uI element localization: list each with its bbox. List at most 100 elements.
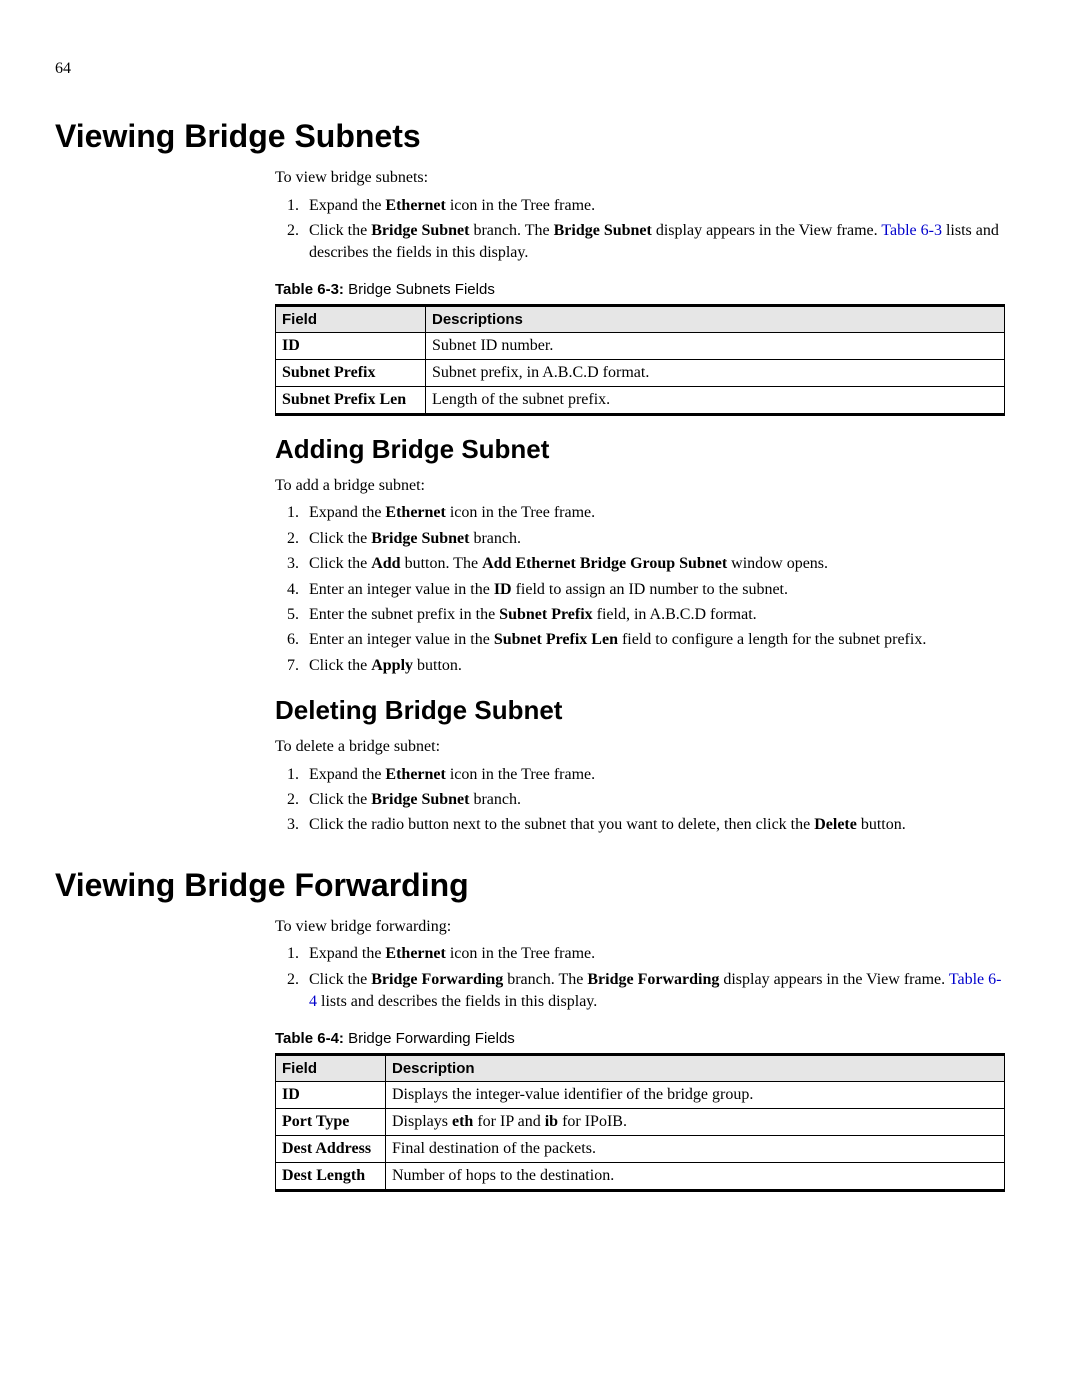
steps-viewing-forwarding: Expand the Ethernet icon in the Tree fra… — [275, 943, 1005, 1013]
text: Expand the — [309, 766, 385, 783]
step: Click the Bridge Subnet branch. The Brid… — [303, 220, 1005, 265]
table-header-row: Field Descriptions — [276, 305, 1005, 332]
heading-viewing-bridge-subnets: Viewing Bridge Subnets — [55, 118, 1025, 155]
text: icon in the Tree frame. — [446, 945, 595, 962]
step: Expand the Ethernet icon in the Tree fra… — [303, 764, 1005, 786]
text: icon in the Tree frame. — [446, 504, 595, 521]
caption-title: Bridge Forwarding Fields — [344, 1030, 515, 1047]
bold-text: Bridge Subnet — [371, 222, 469, 239]
text: for IP and — [473, 1113, 544, 1130]
cell-field: Dest Address — [276, 1135, 386, 1162]
table-bridge-subnets-fields: Field Descriptions IDSubnet ID number. S… — [275, 304, 1005, 416]
steps-adding-subnet: Expand the Ethernet icon in the Tree fra… — [275, 502, 1005, 677]
col-header-field: Field — [276, 305, 426, 332]
cell-desc: Subnet ID number. — [426, 332, 1005, 359]
text: field to configure a length for the subn… — [618, 631, 926, 648]
col-header-field: Field — [276, 1054, 386, 1081]
bold-text: Ethernet — [385, 504, 445, 521]
table-row: IDDisplays the integer-value identifier … — [276, 1081, 1005, 1108]
text: Enter the subnet prefix in the — [309, 606, 499, 623]
table-reference-link[interactable]: Table 6-3 — [881, 222, 942, 239]
intro-text: To view bridge forwarding: — [275, 916, 1005, 938]
bold-text: Ethernet — [385, 197, 445, 214]
heading-adding-bridge-subnet: Adding Bridge Subnet — [275, 434, 1005, 465]
cell-desc: Length of the subnet prefix. — [426, 386, 1005, 414]
bold-text: Bridge Forwarding — [587, 971, 719, 988]
step: Click the Bridge Subnet branch. — [303, 528, 1005, 550]
text: Final destination of the packets. — [392, 1140, 596, 1157]
bold-text: Apply — [371, 657, 413, 674]
text: Click the — [309, 791, 371, 808]
text: display appears in the View frame. — [652, 222, 882, 239]
cell-desc: Displays the integer-value identifier of… — [386, 1081, 1005, 1108]
text: Number of hops to the destination. — [392, 1167, 614, 1184]
step: Click the Bridge Forwarding branch. The … — [303, 969, 1005, 1014]
text: Expand the — [309, 504, 385, 521]
bold-text: eth — [452, 1113, 473, 1130]
text: display appears in the View frame. — [719, 971, 949, 988]
text: Expand the — [309, 197, 385, 214]
step: Enter an integer value in the ID field t… — [303, 579, 1005, 601]
text: Enter an integer value in the — [309, 581, 494, 598]
cell-field: Dest Length — [276, 1162, 386, 1190]
text: Click the radio button next to the subne… — [309, 816, 814, 833]
steps-viewing-subnets: Expand the Ethernet icon in the Tree fra… — [275, 195, 1005, 265]
cell-field: Subnet Prefix Len — [276, 386, 426, 414]
text: for IPoIB. — [558, 1113, 627, 1130]
bold-text: Bridge Subnet — [371, 791, 469, 808]
table-row: IDSubnet ID number. — [276, 332, 1005, 359]
text: Click the — [309, 555, 371, 572]
text: branch. The — [469, 222, 553, 239]
step: Expand the Ethernet icon in the Tree fra… — [303, 502, 1005, 524]
text: branch. — [469, 530, 521, 547]
step: Expand the Ethernet icon in the Tree fra… — [303, 195, 1005, 217]
text: button. — [413, 657, 462, 674]
intro-text: To add a bridge subnet: — [275, 475, 1005, 497]
section-viewing-bridge-subnets: To view bridge subnets: Expand the Ether… — [275, 167, 1005, 837]
text: button. — [857, 816, 906, 833]
col-header-description: Description — [386, 1054, 1005, 1081]
cell-field: ID — [276, 1081, 386, 1108]
text: Enter an integer value in the — [309, 631, 494, 648]
text: field to assign an ID number to the subn… — [512, 581, 788, 598]
cell-field: ID — [276, 332, 426, 359]
text: branch. — [469, 791, 521, 808]
step: Expand the Ethernet icon in the Tree fra… — [303, 943, 1005, 965]
text: field, in A.B.C.D format. — [593, 606, 757, 623]
caption-label: Table 6-4: — [275, 1030, 344, 1047]
col-header-descriptions: Descriptions — [426, 305, 1005, 332]
intro-text: To delete a bridge subnet: — [275, 736, 1005, 758]
section-viewing-bridge-forwarding: To view bridge forwarding: Expand the Et… — [275, 916, 1005, 1192]
step: Enter an integer value in the Subnet Pre… — [303, 629, 1005, 651]
steps-deleting-subnet: Expand the Ethernet icon in the Tree fra… — [275, 764, 1005, 837]
bold-text: Ethernet — [385, 945, 445, 962]
table-row: Subnet Prefix LenLength of the subnet pr… — [276, 386, 1005, 414]
table-row: Port TypeDisplays eth for IP and ib for … — [276, 1108, 1005, 1135]
cell-desc: Number of hops to the destination. — [386, 1162, 1005, 1190]
text: icon in the Tree frame. — [446, 197, 595, 214]
text: Expand the — [309, 945, 385, 962]
table-row: Dest Address Final destination of the pac… — [276, 1135, 1005, 1162]
bold-text: Add Ethernet Bridge Group Subnet — [482, 555, 727, 572]
bold-text: Subnet Prefix — [499, 606, 592, 623]
bold-text: Bridge Forwarding — [371, 971, 503, 988]
text: button. The — [401, 555, 482, 572]
caption-title: Bridge Subnets Fields — [344, 281, 495, 298]
table-header-row: Field Description — [276, 1054, 1005, 1081]
bold-text: Subnet Prefix Len — [494, 631, 618, 648]
text: branch. The — [503, 971, 587, 988]
heading-deleting-bridge-subnet: Deleting Bridge Subnet — [275, 695, 1005, 726]
text: Click the — [309, 530, 371, 547]
step: Enter the subnet prefix in the Subnet Pr… — [303, 604, 1005, 626]
bold-text: Add — [371, 555, 400, 572]
cell-field: Subnet Prefix — [276, 359, 426, 386]
cell-desc: Final destination of the packets. — [386, 1135, 1005, 1162]
text: window opens. — [727, 555, 828, 572]
table-caption: Table 6-3: Bridge Subnets Fields — [275, 281, 1005, 298]
table-row: Subnet PrefixSubnet prefix, in A.B.C.D f… — [276, 359, 1005, 386]
page-number: 64 — [55, 60, 1025, 78]
bold-text: Bridge Subnet — [554, 222, 652, 239]
table-row: Dest Length Number of hops to the destina… — [276, 1162, 1005, 1190]
step: Click the radio button next to the subne… — [303, 814, 1005, 836]
text: icon in the Tree frame. — [446, 766, 595, 783]
